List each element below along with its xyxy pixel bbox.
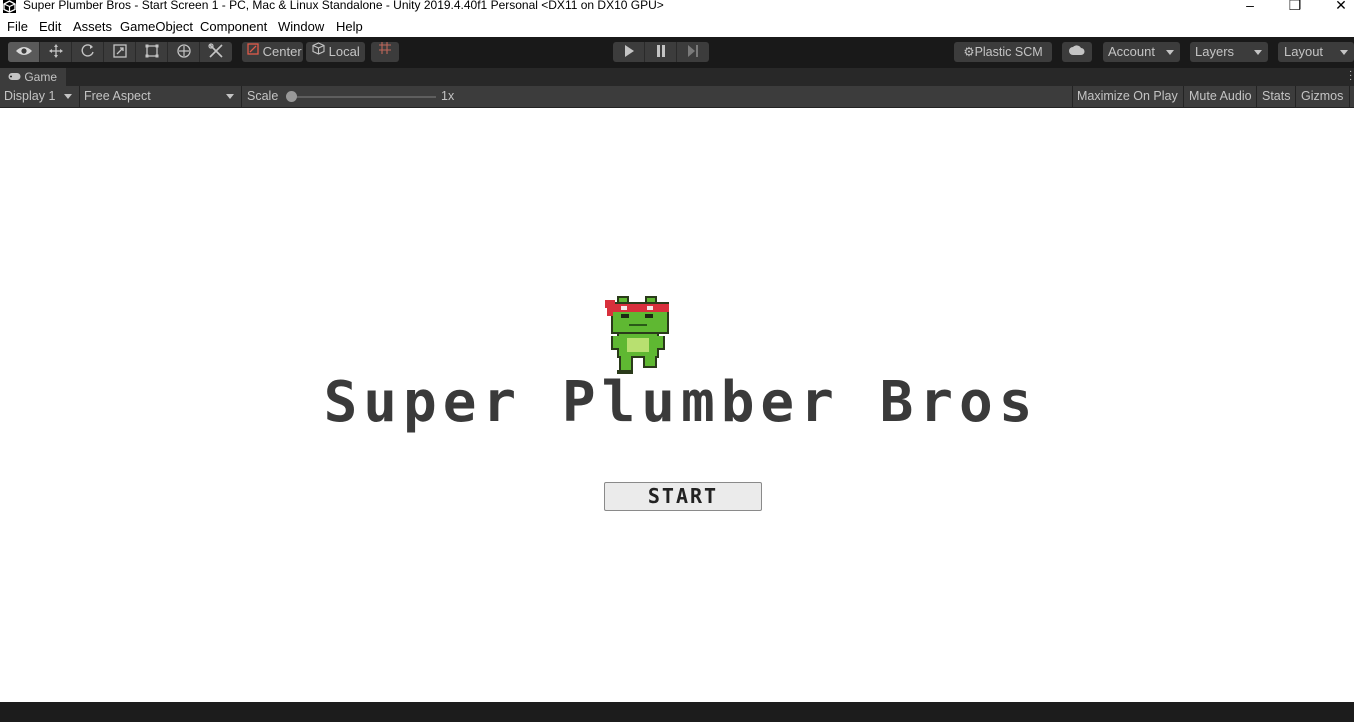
display-dropdown[interactable]: Display 1 xyxy=(4,86,78,107)
rect-tool-button[interactable] xyxy=(136,42,168,62)
scale-tool-button[interactable] xyxy=(104,42,136,62)
game-view[interactable]: Super Plumber Bros START xyxy=(0,108,1354,702)
start-button[interactable]: START xyxy=(604,482,762,511)
menu-window[interactable]: Window xyxy=(278,19,324,34)
playmode-controls xyxy=(613,42,709,62)
divider xyxy=(79,86,80,107)
scale-label: Scale xyxy=(247,89,279,103)
main-toolbar: Center Local ⚙Plastic SCM Account Layers… xyxy=(0,37,1354,68)
kebab-menu-icon[interactable]: · · · xyxy=(1349,67,1352,85)
pivot-center-button[interactable]: Center xyxy=(242,42,303,62)
tab-game[interactable]: Game xyxy=(0,68,66,86)
chevron-down-icon xyxy=(64,94,72,99)
plastic-scm-button[interactable]: ⚙Plastic SCM xyxy=(954,42,1052,62)
pivot-center-label: Center xyxy=(262,44,302,59)
layers-dropdown[interactable]: Layers xyxy=(1190,42,1268,62)
menu-bar: File Edit Assets GameObject Component Wi… xyxy=(0,16,1354,37)
rect-transform-icon xyxy=(145,44,159,61)
plastic-scm-label: Plastic SCM xyxy=(974,45,1043,59)
cloud-button[interactable] xyxy=(1062,42,1092,62)
status-bar xyxy=(0,702,1354,722)
grid-snap-button[interactable] xyxy=(371,42,399,62)
pause-button[interactable] xyxy=(645,42,677,62)
divider xyxy=(1295,86,1296,107)
minimize-button[interactable]: – xyxy=(1235,0,1265,12)
layout-label: Layout xyxy=(1284,44,1324,59)
maximize-button[interactable]: ❐ xyxy=(1280,0,1310,12)
chevron-down-icon xyxy=(1254,50,1262,55)
menu-assets[interactable]: Assets xyxy=(73,19,112,34)
cloud-icon xyxy=(1069,41,1085,61)
move-arrows-icon xyxy=(48,43,63,61)
pivot-center-icon xyxy=(247,41,259,61)
divider xyxy=(1349,86,1350,107)
window-title: Super Plumber Bros - Start Screen 1 - PC… xyxy=(23,0,664,12)
grid-snap-icon xyxy=(378,41,392,61)
custom-tool-button[interactable] xyxy=(200,42,232,62)
aspect-label: Free Aspect xyxy=(84,89,151,103)
unity-logo-icon xyxy=(3,0,16,13)
aspect-dropdown[interactable]: Free Aspect xyxy=(84,86,240,107)
scale-value: 1x xyxy=(441,89,455,103)
gamepad-icon xyxy=(8,68,21,86)
transform-tools-group xyxy=(8,42,232,62)
eye-icon xyxy=(15,45,33,60)
chevron-down-icon xyxy=(226,94,234,99)
ninja-frog-sprite xyxy=(603,294,673,381)
pivot-local-button[interactable]: Local xyxy=(306,42,365,62)
play-icon xyxy=(624,44,634,60)
pivot-local-label: Local xyxy=(328,44,360,59)
display-label: Display 1 xyxy=(4,89,56,103)
scale-slider-track[interactable] xyxy=(291,96,436,98)
menu-edit[interactable]: Edit xyxy=(39,19,61,34)
tab-game-label: Game xyxy=(24,70,58,84)
maximize-on-play-toggle[interactable]: Maximize On Play xyxy=(1077,86,1178,107)
move-tool-button[interactable] xyxy=(40,42,72,62)
game-title-text: Super Plumber Bros xyxy=(323,370,1039,435)
stats-toggle[interactable]: Stats xyxy=(1262,86,1291,107)
step-button[interactable] xyxy=(677,42,709,62)
play-button[interactable] xyxy=(613,42,645,62)
step-forward-icon xyxy=(687,44,699,60)
account-dropdown[interactable]: Account xyxy=(1103,42,1180,62)
mute-audio-toggle[interactable]: Mute Audio xyxy=(1189,86,1252,107)
close-button[interactable]: ✕ xyxy=(1326,0,1354,12)
divider xyxy=(1072,86,1073,107)
rotate-tool-button[interactable] xyxy=(72,42,104,62)
cube-icon xyxy=(312,41,325,61)
layers-label: Layers xyxy=(1195,44,1235,59)
layout-dropdown[interactable]: Layout xyxy=(1278,42,1354,62)
window-titlebar: Super Plumber Bros - Start Screen 1 - PC… xyxy=(0,0,1354,14)
rotate-icon xyxy=(81,43,95,61)
scale-slider-handle[interactable] xyxy=(285,91,297,102)
divider xyxy=(1256,86,1257,107)
menu-file[interactable]: File xyxy=(7,19,28,34)
menu-component[interactable]: Component xyxy=(200,19,267,34)
divider xyxy=(1183,86,1184,107)
divider xyxy=(241,86,242,107)
account-label: Account xyxy=(1108,44,1155,59)
menu-help[interactable]: Help xyxy=(336,19,363,34)
menu-gameobject[interactable]: GameObject xyxy=(120,19,193,34)
wrench-cross-icon xyxy=(208,42,224,62)
gizmos-toggle[interactable]: Gizmos xyxy=(1301,86,1343,107)
game-view-toolbar: Display 1 Free Aspect Scale 1x Maximize … xyxy=(0,86,1354,108)
transform-gizmo-icon xyxy=(176,43,192,62)
transform-tool-button[interactable] xyxy=(168,42,200,62)
scale-icon xyxy=(112,43,127,61)
plastic-scm-icon: ⚙ xyxy=(963,45,975,59)
game-tab-bar: Game · · · xyxy=(0,67,1354,86)
pause-icon xyxy=(656,44,666,60)
chevron-down-icon xyxy=(1166,50,1174,55)
view-tool-button[interactable] xyxy=(8,42,40,62)
chevron-down-icon xyxy=(1340,50,1348,55)
